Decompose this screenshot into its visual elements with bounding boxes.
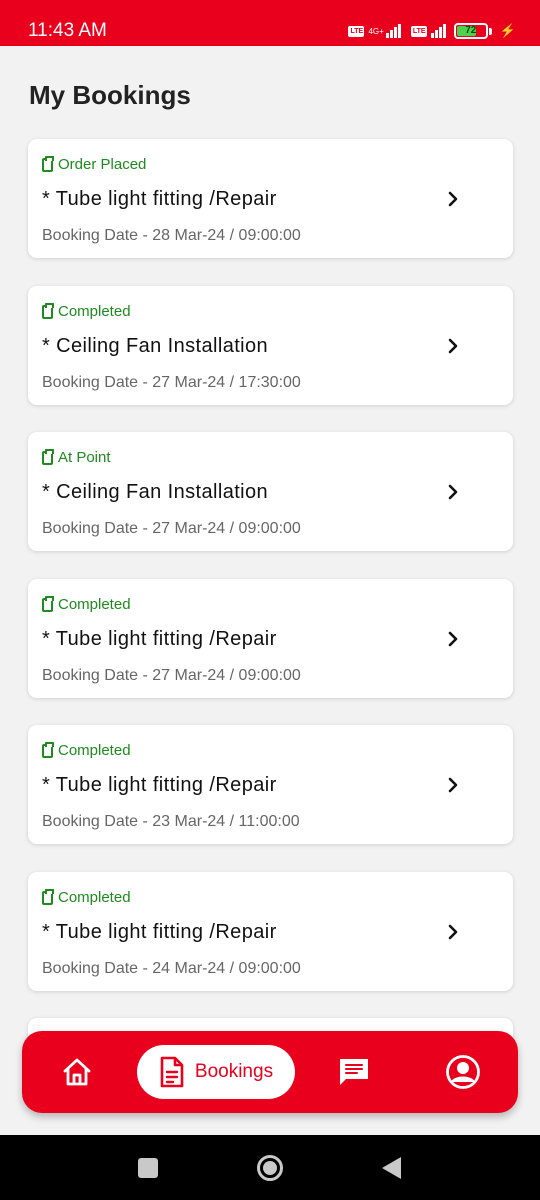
chat-icon <box>340 1059 368 1085</box>
booking-card[interactable]: Completed * Tube light fitting /Repair B… <box>28 872 513 991</box>
chevron-right-icon[interactable] <box>445 191 461 207</box>
bottom-nav: Bookings <box>22 1031 518 1113</box>
booking-status: At Point <box>42 449 111 467</box>
battery-level: 72 <box>465 25 477 36</box>
nav-home[interactable] <box>58 1031 96 1113</box>
profile-icon <box>446 1055 480 1089</box>
page-title: My Bookings <box>29 80 191 110</box>
home-button[interactable] <box>257 1155 283 1181</box>
booking-service: * Ceiling Fan Installation <box>42 481 269 503</box>
system-nav-bar <box>0 1135 540 1200</box>
booking-status-label: Completed <box>58 303 131 320</box>
chevron-right-icon[interactable] <box>445 338 461 354</box>
clipboard-icon <box>42 449 54 465</box>
document-icon <box>160 1056 184 1088</box>
booking-status-label: Order Placed <box>58 156 147 173</box>
nav-bookings[interactable]: Bookings <box>137 1045 295 1099</box>
booking-card[interactable]: At Point * Ceiling Fan Installation Book… <box>28 432 513 551</box>
status-bar: 11:43 AM LTE 4G+ LTE 72 ⚡ <box>0 0 540 46</box>
booking-service: * Ceiling Fan Installation <box>42 335 269 357</box>
recents-button[interactable] <box>138 1158 158 1178</box>
clipboard-icon <box>42 889 54 905</box>
charging-icon: ⚡ <box>499 23 516 38</box>
booking-date: Booking Date - 24 Mar-24 / 09:00:00 <box>42 960 301 977</box>
nav-profile[interactable] <box>443 1031 483 1113</box>
booking-status-label: At Point <box>58 449 111 466</box>
signal-icon <box>385 24 401 38</box>
chevron-right-icon[interactable] <box>445 631 461 647</box>
chevron-right-icon[interactable] <box>445 484 461 500</box>
booking-status: Completed <box>42 889 131 907</box>
status-time: 11:43 AM <box>28 20 107 41</box>
booking-status-label: Completed <box>58 596 131 613</box>
nav-chat[interactable] <box>336 1031 372 1113</box>
booking-service: * Tube light fitting /Repair <box>42 921 277 943</box>
booking-card[interactable]: Completed * Tube light fitting /Repair B… <box>28 579 513 698</box>
volte-icon-2: LTE <box>410 25 427 37</box>
booking-service: * Tube light fitting /Repair <box>42 628 277 650</box>
clipboard-icon <box>42 596 54 612</box>
chevron-right-icon[interactable] <box>445 924 461 940</box>
signal-icon-2 <box>430 24 446 38</box>
booking-status-label: Completed <box>58 889 131 906</box>
booking-card[interactable]: Completed * Ceiling Fan Installation Boo… <box>28 286 513 405</box>
home-icon <box>63 1058 91 1086</box>
booking-status: Completed <box>42 742 131 760</box>
booking-status: Completed <box>42 596 131 614</box>
battery-tip <box>488 27 492 35</box>
booking-service: * Tube light fitting /Repair <box>42 774 277 796</box>
chevron-right-icon[interactable] <box>445 777 461 793</box>
network-type: 4G+ <box>368 26 384 36</box>
clipboard-icon <box>42 742 54 758</box>
clipboard-icon <box>42 303 54 319</box>
booking-card[interactable]: Completed * Tube light fitting /Repair B… <box>28 725 513 844</box>
booking-date: Booking Date - 27 Mar-24 / 17:30:00 <box>42 374 301 391</box>
clipboard-icon <box>42 156 54 172</box>
volte-icon: LTE <box>348 25 365 37</box>
battery-icon: 72 <box>453 23 488 39</box>
booking-date: Booking Date - 27 Mar-24 / 09:00:00 <box>42 520 301 537</box>
booking-service: * Tube light fitting /Repair <box>42 188 277 210</box>
booking-card[interactable]: Order Placed * Tube light fitting /Repai… <box>28 139 513 258</box>
status-icons: LTE 4G+ LTE 72 ⚡ <box>348 20 516 42</box>
booking-date: Booking Date - 27 Mar-24 / 09:00:00 <box>42 667 301 684</box>
booking-status: Completed <box>42 303 131 321</box>
nav-bookings-label: Bookings <box>194 1061 274 1082</box>
booking-status: Order Placed <box>42 156 146 174</box>
booking-status-label: Completed <box>58 742 131 759</box>
booking-date: Booking Date - 28 Mar-24 / 09:00:00 <box>42 227 301 244</box>
booking-date: Booking Date - 23 Mar-24 / 11:00:00 <box>42 813 300 830</box>
back-button[interactable] <box>382 1157 401 1179</box>
